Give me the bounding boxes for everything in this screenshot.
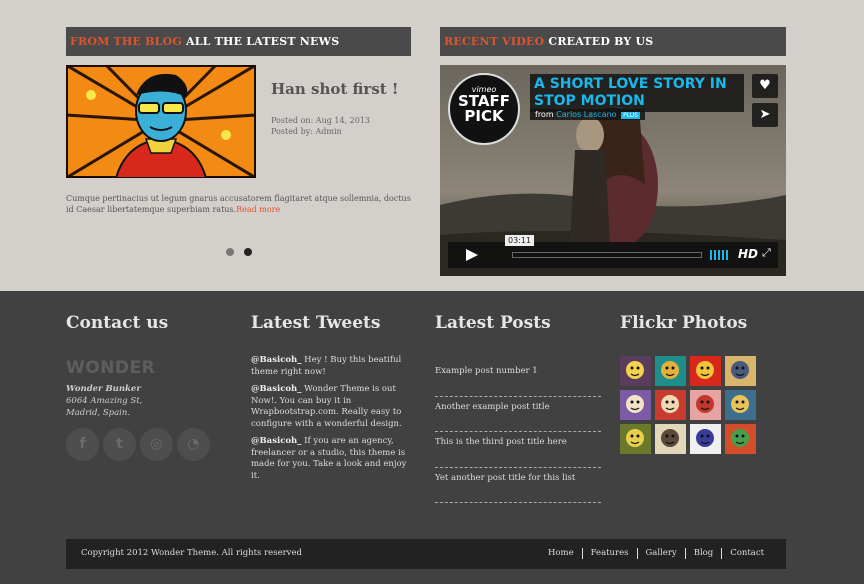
share-button[interactable]: ➤ xyxy=(752,103,778,127)
top-section: FROM THE BLOG ALL THE LATEST NEWS Han sh… xyxy=(0,0,864,291)
video-heading-rest: CREATED BY US xyxy=(548,35,654,48)
flickr-thumbnail[interactable] xyxy=(690,424,721,454)
blog-post-excerpt: Cumque pertinacius ut legum gnarus accus… xyxy=(66,193,416,215)
flickr-thumbnail[interactable] xyxy=(725,424,756,454)
staff-pick-badge[interactable]: vimeo STAFF PICK xyxy=(448,73,520,145)
video-controls: 03:11 HD ⤢ xyxy=(448,235,778,268)
send-icon: ➤ xyxy=(759,107,771,122)
staff-pick-line2: PICK xyxy=(464,107,504,125)
footer-nav-features[interactable]: Features xyxy=(581,548,637,559)
address-line-2: Madrid, Spain. xyxy=(66,408,131,418)
twitter-icon: t xyxy=(116,436,123,452)
blog-post-meta: Posted on: Aug 14, 2013 Posted by: Admin xyxy=(271,115,370,137)
flickr-thumbnail[interactable] xyxy=(620,424,651,454)
play-icon[interactable] xyxy=(466,249,478,261)
dribbble-link[interactable]: ◎ xyxy=(140,428,173,461)
facebook-icon: f xyxy=(79,436,86,452)
company-name: Wonder Bunker xyxy=(66,384,141,394)
footer-nav: Home Features Gallery Blog Contact xyxy=(540,548,772,559)
twitter-link[interactable]: t xyxy=(103,428,136,461)
slider-dot-2[interactable] xyxy=(244,248,252,256)
rss-icon: ◔ xyxy=(187,436,200,452)
like-button[interactable]: ♥ xyxy=(752,74,778,98)
flickr-thumbnail[interactable] xyxy=(655,390,686,420)
copyright-text: Copyright 2012 Wonder Theme. All rights … xyxy=(81,548,302,558)
flickr-title: Flickr Photos xyxy=(620,313,748,333)
video-timecode: 03:11 xyxy=(505,235,535,246)
tweet-item: @Basicoh_ Wonder Theme is out Now!. You … xyxy=(251,384,411,430)
flickr-thumbnail[interactable] xyxy=(690,356,721,386)
blog-post-title[interactable]: Han shot first ! xyxy=(271,80,399,98)
latest-post-link[interactable]: Example post number 1 xyxy=(435,361,601,397)
footer-logo: WONDER xyxy=(66,358,156,378)
footer-nav-contact[interactable]: Contact xyxy=(721,548,772,559)
hd-toggle[interactable]: HD xyxy=(738,247,758,261)
video-byline: from Carlos Lascano PLUS xyxy=(530,109,645,120)
fullscreen-icon[interactable]: ⤢ xyxy=(762,246,771,260)
tweet-handle[interactable]: @Basicoh_ xyxy=(251,436,301,446)
tweet-item: @Basicoh_ Hey ! Buy this beatiful theme … xyxy=(251,355,411,378)
video-progress-bar[interactable] xyxy=(512,252,702,258)
latest-posts-list: Example post number 1 Another example pos… xyxy=(435,361,601,503)
flickr-thumbnail[interactable] xyxy=(620,356,651,386)
slider-dot-1[interactable] xyxy=(226,248,234,256)
footer-nav-blog[interactable]: Blog xyxy=(684,548,722,559)
tweets-title: Latest Tweets xyxy=(251,313,381,333)
video-author-link[interactable]: Carlos Lascano xyxy=(556,110,616,119)
video-section-heading: RECENT VIDEO CREATED BY US xyxy=(440,27,786,56)
flickr-thumbnail[interactable] xyxy=(690,390,721,420)
social-links: f t ◎ ◔ xyxy=(66,428,210,461)
blog-section-heading: FROM THE BLOG ALL THE LATEST NEWS xyxy=(66,27,411,56)
address-line-1: 6064 Amazing St, xyxy=(66,396,143,406)
blog-post-author: Posted by: Admin xyxy=(271,127,342,136)
flickr-thumbnail[interactable] xyxy=(725,356,756,386)
tweets-list: @Basicoh_ Hey ! Buy this beatiful theme … xyxy=(251,355,411,488)
video-from-label: from xyxy=(535,110,554,119)
facebook-link[interactable]: f xyxy=(66,428,99,461)
footer-nav-home[interactable]: Home xyxy=(540,548,582,559)
read-more-link[interactable]: Read more xyxy=(236,205,280,214)
tweet-item: @Basicoh_ If you are an agency, freelanc… xyxy=(251,436,411,482)
footer-nav-gallery[interactable]: Gallery xyxy=(636,548,685,559)
contact-address: Wonder Bunker 6064 Amazing St, Madrid, S… xyxy=(66,383,142,419)
latest-post-link[interactable]: Another example post title xyxy=(435,397,601,432)
video-player[interactable]: vimeo STAFF PICK A SHORT LOVE STORY IN S… xyxy=(440,65,786,276)
posts-title: Latest Posts xyxy=(435,313,551,333)
slider-pagination xyxy=(226,248,252,256)
latest-post-link[interactable]: This is the third post title here xyxy=(435,432,601,468)
tweet-handle[interactable]: @Basicoh_ xyxy=(251,355,301,365)
flickr-grid xyxy=(620,356,760,454)
flickr-thumbnail[interactable] xyxy=(655,424,686,454)
flickr-thumbnail[interactable] xyxy=(655,356,686,386)
heart-icon: ♥ xyxy=(759,78,771,93)
latest-post-link[interactable]: Yet another post title for this list xyxy=(435,468,601,503)
video-title[interactable]: A SHORT LOVE STORY IN STOP MOTION xyxy=(534,76,740,110)
video-heading-accent: RECENT VIDEO xyxy=(444,35,545,48)
blog-heading-accent: FROM THE BLOG xyxy=(70,35,182,48)
blog-heading-rest: ALL THE LATEST NEWS xyxy=(185,35,340,48)
blog-post-image[interactable] xyxy=(66,65,256,178)
tweet-handle[interactable]: @Basicoh_ xyxy=(251,384,301,394)
video-title-box[interactable]: A SHORT LOVE STORY IN STOP MOTION xyxy=(530,74,744,112)
dribbble-icon: ◎ xyxy=(150,436,163,452)
rss-link[interactable]: ◔ xyxy=(177,428,210,461)
volume-icon[interactable] xyxy=(710,250,728,260)
blog-post-date: Posted on: Aug 14, 2013 xyxy=(271,116,371,125)
plus-badge: PLUS xyxy=(621,112,640,119)
flickr-thumbnail[interactable] xyxy=(620,390,651,420)
contact-title: Contact us xyxy=(66,313,169,333)
bottom-bar: Copyright 2012 Wonder Theme. All rights … xyxy=(66,539,786,569)
flickr-thumbnail[interactable] xyxy=(725,390,756,420)
